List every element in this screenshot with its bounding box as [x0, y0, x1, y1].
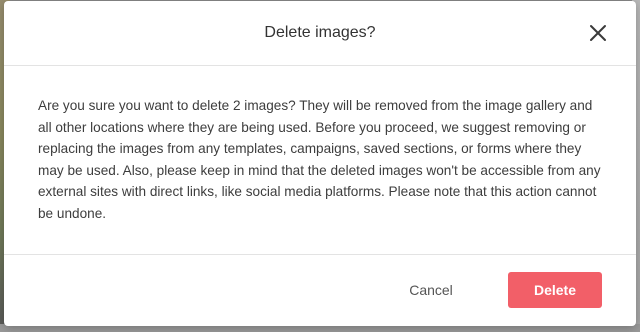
close-icon	[586, 21, 610, 45]
close-button[interactable]	[586, 21, 610, 45]
dialog-header: Delete images?	[4, 1, 636, 66]
dialog-footer: Cancel Delete	[4, 255, 636, 325]
dialog-body: Are you sure you want to delete 2 images…	[4, 66, 636, 255]
cancel-button[interactable]: Cancel	[396, 282, 466, 298]
delete-images-dialog: Delete images? Are you sure you want to …	[4, 1, 636, 326]
dialog-message: Are you sure you want to delete 2 images…	[38, 98, 601, 221]
delete-button[interactable]: Delete	[508, 272, 602, 308]
dialog-title: Delete images?	[264, 24, 376, 41]
